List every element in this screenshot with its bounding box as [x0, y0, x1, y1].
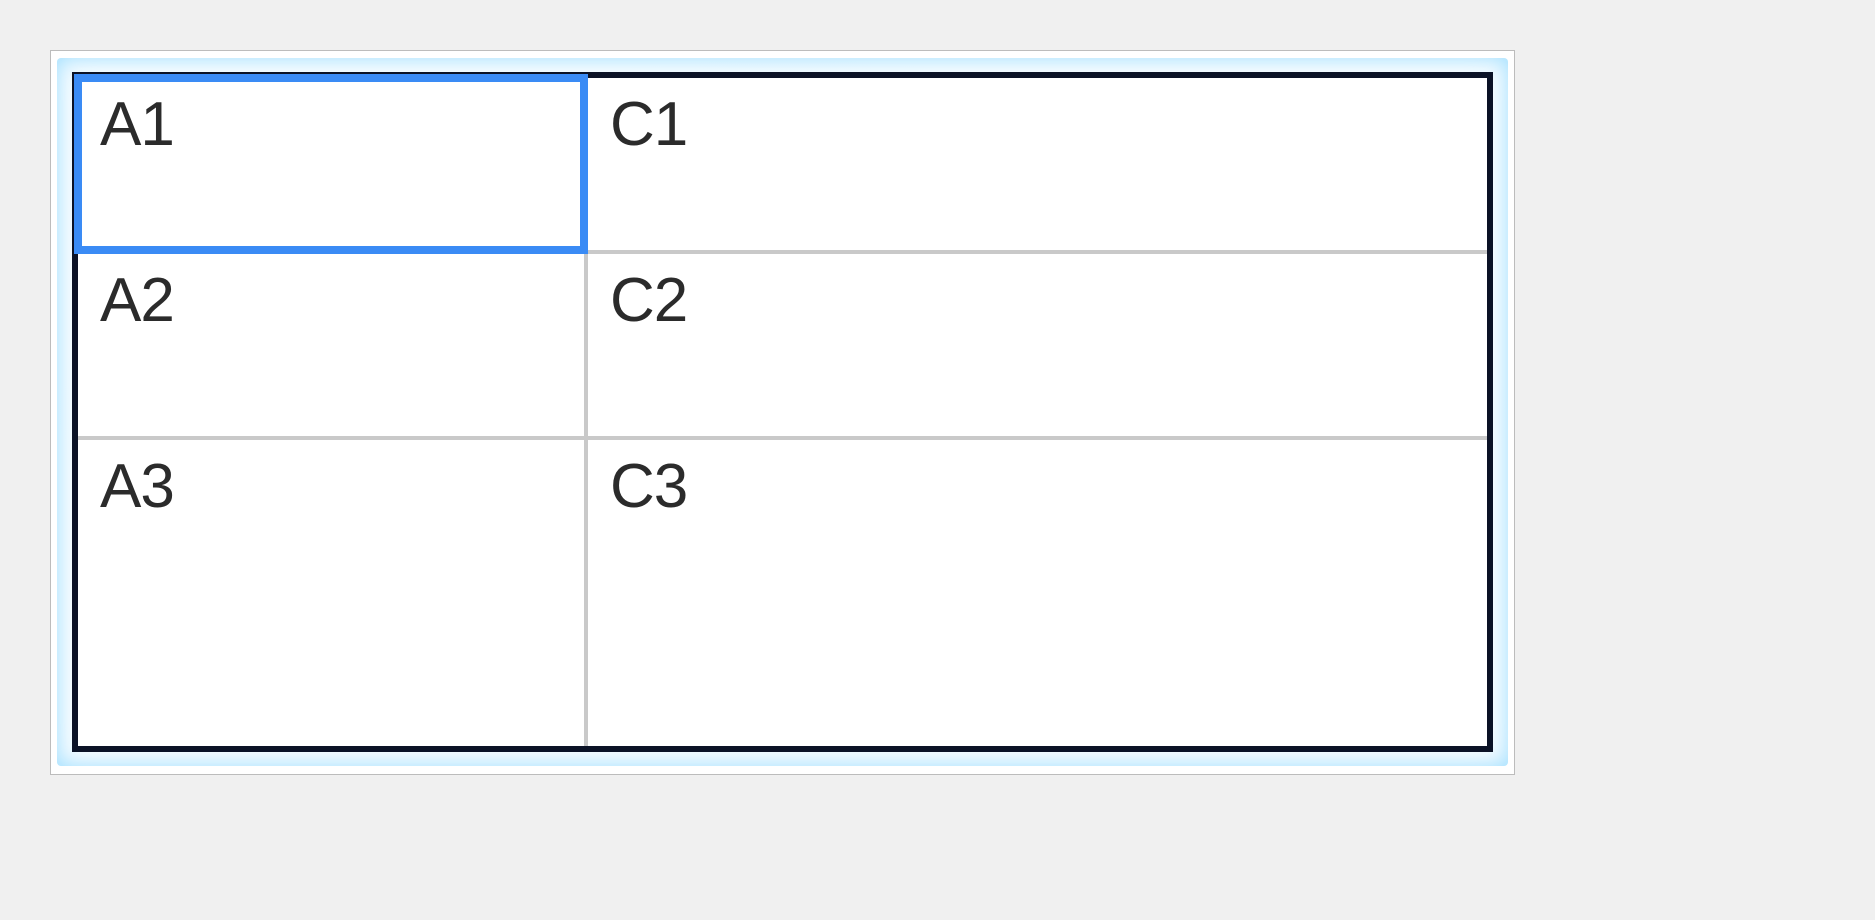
cell-value: A3	[100, 454, 174, 519]
cell-c2[interactable]: C2	[588, 254, 1487, 440]
cell-c1[interactable]: C1	[588, 78, 1487, 254]
cell-a2[interactable]: A2	[78, 254, 588, 440]
cell-value: A1	[100, 92, 174, 157]
spreadsheet-table: A1 C1 A2 C2 A3 C3	[72, 72, 1493, 752]
cell-value: C1	[610, 92, 687, 157]
cell-value: C2	[610, 268, 687, 333]
cell-value: C3	[610, 454, 687, 519]
cell-a1[interactable]: A1	[78, 78, 588, 254]
cell-value: A2	[100, 268, 174, 333]
cell-a3[interactable]: A3	[78, 440, 588, 746]
cell-c3[interactable]: C3	[588, 440, 1487, 746]
